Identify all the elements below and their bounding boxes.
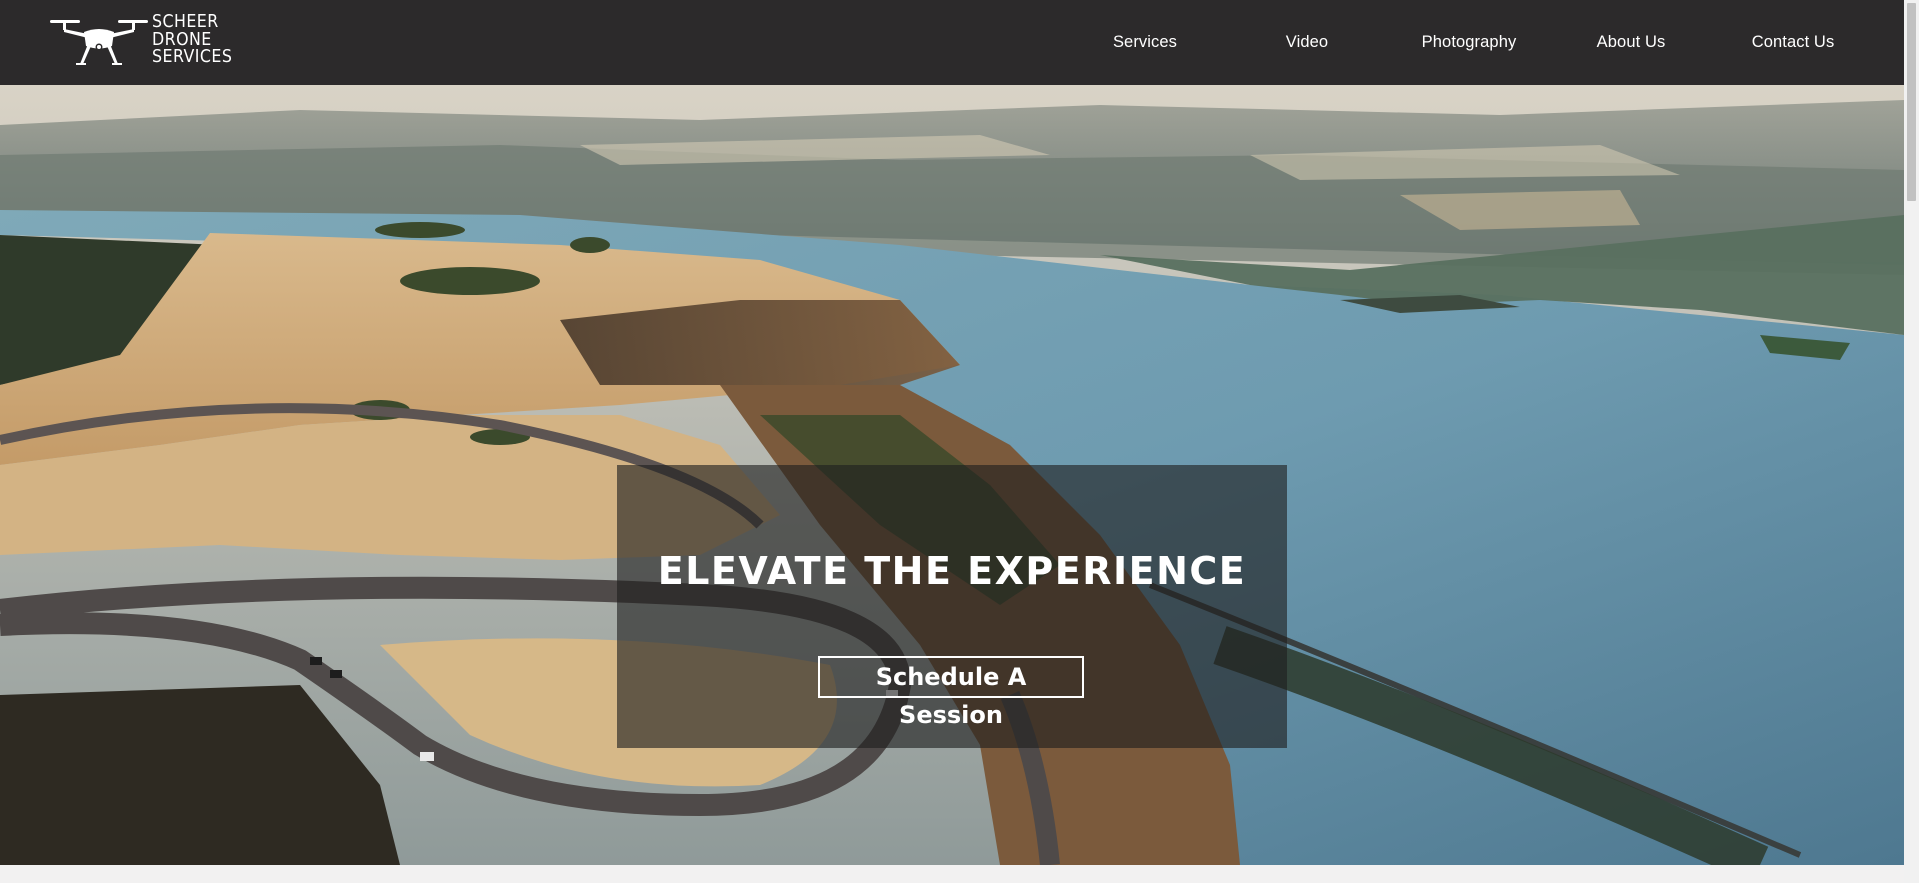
nav-item-services[interactable]: Services [1064,33,1226,52]
page: SCHEER DRONE SERVICES Services Video Pho… [0,0,1919,883]
site-header: SCHEER DRONE SERVICES Services Video Pho… [0,0,1904,85]
logo-line: SCHEER [152,11,219,32]
brand-logo[interactable]: SCHEER DRONE SERVICES [48,12,258,72]
hero-overlay-panel: ELEVATE THE EXPERIENCE Schedule A Sessio… [617,465,1287,748]
schedule-session-button[interactable]: Schedule A Session [818,656,1084,729]
hero-section: ELEVATE THE EXPERIENCE Schedule A Sessio… [0,85,1904,865]
scrollbar-thumb[interactable] [1907,3,1916,201]
nav-item-photography[interactable]: Photography [1388,33,1550,52]
page-scrollbar[interactable] [1904,0,1919,883]
nav-item-video[interactable]: Video [1226,33,1388,52]
nav-item-about-us[interactable]: About Us [1550,33,1712,52]
main-nav: Services Video Photography About Us Cont… [1064,0,1874,85]
hero-headline: ELEVATE THE EXPERIENCE [657,549,1247,593]
logo-wordmark: SCHEER DRONE SERVICES [152,13,232,66]
logo-line: SERVICES [152,46,233,67]
page-bottom-strip [0,865,1904,883]
nav-item-contact-us[interactable]: Contact Us [1712,33,1874,52]
drone-icon [50,20,148,65]
